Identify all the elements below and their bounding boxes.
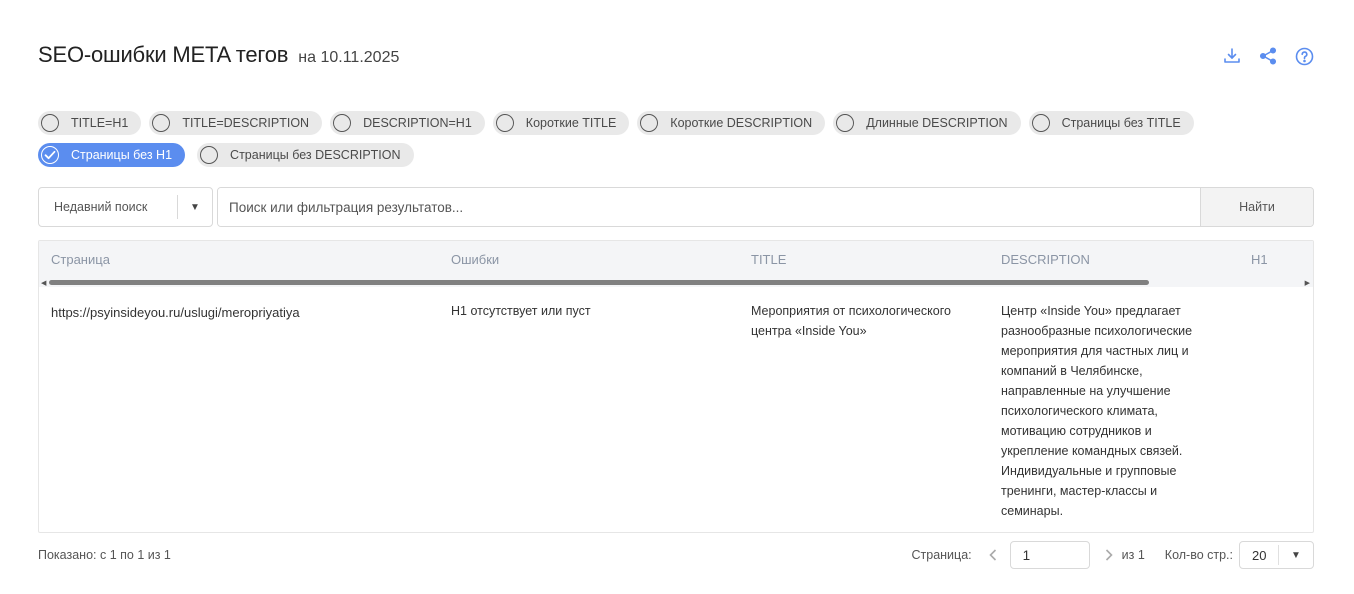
cell-description-line: разнообразные психологические — [1001, 324, 1193, 338]
radio-icon — [836, 114, 855, 132]
caret-down-icon[interactable]: ▼ — [178, 202, 212, 213]
cell-title: Мероприятия от психологического центра «… — [751, 301, 981, 341]
results-table: Страница Ошибки TITLE DESCRIPTION H1 ◀ ▶… — [38, 240, 1314, 533]
search-field-wrapper: Найти — [217, 187, 1314, 227]
radio-icon — [1031, 114, 1050, 132]
column-header-page[interactable]: Страница — [51, 252, 110, 267]
per-page-select[interactable]: 20 ▼ — [1239, 541, 1314, 569]
filter-chip[interactable]: DESCRIPTION=H1 — [330, 111, 485, 135]
cell-title-line: центра «Inside You» — [751, 324, 867, 338]
recent-search-dropdown[interactable]: Недавний поиск ▼ — [38, 187, 213, 227]
download-icon[interactable] — [1222, 46, 1242, 66]
column-header-h1[interactable]: H1 — [1251, 252, 1268, 267]
recent-search-label: Недавний поиск — [54, 200, 148, 214]
cell-description-line: укрепление командных связей. — [1001, 444, 1183, 458]
help-icon[interactable] — [1294, 46, 1314, 66]
filter-chip[interactable]: Страницы без DESCRIPTION — [197, 143, 414, 167]
radio-icon — [200, 146, 219, 164]
cell-description-line: семинары. — [1001, 504, 1064, 518]
table-footer: Показано: с 1 по 1 из 1 Страница: из 1 К… — [38, 541, 1314, 569]
page-header: SEO-ошибки META тегов на 10.11.2025 — [38, 42, 399, 68]
per-page-value: 20 — [1252, 547, 1267, 563]
cell-description-line: мероприятия для частных лиц и — [1001, 344, 1189, 358]
table-row: https://psyinsideyou.ru/uslugi/meropriya… — [39, 287, 1313, 532]
report-date: на 10.11.2025 — [298, 49, 400, 66]
column-header-errors[interactable]: Ошибки — [451, 252, 499, 267]
per-page-label: Кол-во стр.: — [1164, 548, 1233, 562]
cell-description-line: мотивацию сотрудников и — [1001, 424, 1152, 438]
radio-icon — [333, 114, 352, 132]
column-header-description[interactable]: DESCRIPTION — [1001, 252, 1090, 267]
filter-chip[interactable]: Страницы без TITLE — [1028, 111, 1194, 135]
header-actions — [1222, 46, 1314, 66]
page-label: Страница: — [911, 548, 972, 562]
radio-icon — [152, 114, 171, 132]
filter-chip-label: DESCRIPTION=H1 — [363, 116, 472, 130]
search-bar: Недавний поиск ▼ Найти — [38, 187, 1314, 227]
filter-chip-label: Страницы без TITLE — [1061, 116, 1181, 130]
filter-chip-label: Страницы без H1 — [71, 148, 173, 162]
page-title: SEO-ошибки META тегов — [38, 42, 289, 67]
scroll-left-icon[interactable]: ◀ — [41, 279, 46, 287]
radio-icon — [495, 114, 514, 132]
filter-chip-label: TITLE=DESCRIPTION — [182, 116, 310, 130]
cell-description-line: компаний в Челябинске, — [1001, 364, 1143, 378]
filter-chip[interactable]: Длинные DESCRIPTION — [833, 111, 1021, 135]
cell-description: Центр «Inside You» предлагает разнообраз… — [1001, 301, 1241, 521]
chevron-right-icon[interactable] — [1102, 549, 1116, 561]
filter-chip-label: Страницы без DESCRIPTION — [230, 148, 401, 162]
scrollbar-thumb[interactable] — [49, 280, 1149, 285]
filter-chip[interactable]: TITLE=DESCRIPTION — [149, 111, 323, 135]
filter-chip[interactable]: Страницы без H1 — [38, 143, 186, 167]
cell-description-line: Индивидуальные и групповые — [1001, 464, 1177, 478]
filter-chip-label: Длинные DESCRIPTION — [866, 116, 1008, 130]
filter-chip-label: TITLE=H1 — [71, 116, 129, 130]
filter-chip[interactable]: Короткие TITLE — [492, 111, 630, 135]
filter-chip-label: Короткие TITLE — [525, 116, 617, 130]
cell-errors: H1 отсутствует или пуст — [451, 304, 591, 318]
search-input[interactable] — [218, 188, 1200, 226]
filter-chip-label: Короткие DESCRIPTION — [670, 116, 813, 130]
caret-down-icon[interactable]: ▼ — [1279, 550, 1313, 561]
pagination: Страница: из 1 Кол-во стр.: 20 ▼ — [911, 541, 1314, 569]
filter-chip[interactable]: TITLE=H1 — [38, 111, 142, 135]
share-icon[interactable] — [1258, 46, 1278, 66]
search-button[interactable]: Найти — [1200, 188, 1313, 226]
cell-description-line: направленные на улучшение — [1001, 384, 1171, 398]
horizontal-scrollbar[interactable]: ◀ ▶ — [39, 278, 1313, 287]
cell-description-line: Центр «Inside You» предлагает — [1001, 304, 1181, 318]
scroll-right-icon[interactable]: ▶ — [1305, 279, 1310, 287]
total-pages: из 1 — [1121, 548, 1145, 562]
column-header-title[interactable]: TITLE — [751, 252, 786, 267]
radio-icon — [640, 114, 659, 132]
radio-icon — [41, 114, 59, 132]
cell-page-url[interactable]: https://psyinsideyou.ru/uslugi/meropriya… — [51, 303, 300, 323]
cell-title-line: Мероприятия от психологического — [751, 304, 951, 318]
cell-description-line: тренинги, мастер-классы и — [1001, 484, 1158, 498]
table-header: Страница Ошибки TITLE DESCRIPTION H1 ◀ ▶ — [39, 241, 1313, 287]
cell-description-line: психологического климата, — [1001, 404, 1158, 418]
page-number-input[interactable] — [1009, 541, 1090, 569]
chevron-left-icon[interactable] — [986, 549, 1000, 561]
filter-chips: TITLE=H1 TITLE=DESCRIPTION DESCRIPTION=H1 К… — [38, 111, 1318, 167]
checkmark-icon — [41, 146, 59, 164]
filter-chip[interactable]: Короткие DESCRIPTION — [637, 111, 826, 135]
shown-count: Показано: с 1 по 1 из 1 — [38, 548, 171, 562]
